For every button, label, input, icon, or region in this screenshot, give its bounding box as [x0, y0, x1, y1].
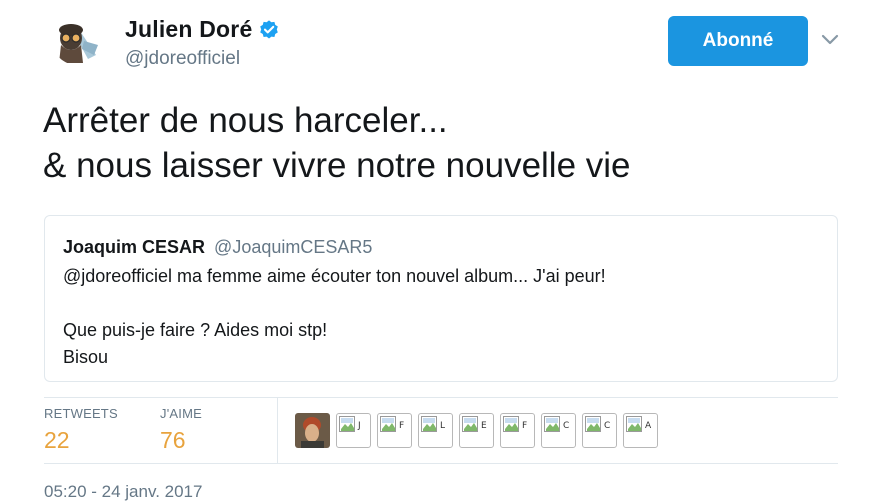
- quoted-tweet-line: @jdoreofficiel ma femme aime écouter ton…: [63, 266, 606, 286]
- broken-image-alt: F: [399, 421, 405, 431]
- quoted-tweet-line: Bisou: [63, 347, 109, 367]
- tweet-text-line: & nous laisser vivre notre nouvelle vie: [43, 146, 631, 185]
- liker-avatar-broken[interactable]: F: [377, 413, 412, 448]
- retweets-label: RETWEETS: [44, 406, 118, 421]
- broken-image-icon: [380, 416, 396, 432]
- stats-top-divider: [44, 397, 838, 398]
- quoted-tweet-header: Joaquim CESAR @JoaquimCESAR5: [63, 237, 372, 258]
- retweets-count: 22: [44, 427, 70, 453]
- likes-label: J'AIME: [160, 406, 202, 421]
- likes-count: 76: [160, 427, 186, 453]
- liker-avatar[interactable]: [295, 413, 330, 448]
- quoted-tweet-text: @jdoreofficiel ma femme aime écouter ton…: [63, 263, 606, 371]
- broken-image-icon: [544, 416, 560, 432]
- liker-avatar-broken[interactable]: C: [541, 413, 576, 448]
- broken-image-icon: [462, 416, 478, 432]
- broken-image-icon: [585, 416, 601, 432]
- author-display-name[interactable]: Julien Doré: [125, 16, 252, 43]
- broken-image-icon: [421, 416, 437, 432]
- quoted-author-name: Joaquim CESAR: [63, 237, 206, 257]
- liker-avatars: J F L E F C C A: [295, 413, 658, 448]
- liker-avatar-broken[interactable]: E: [459, 413, 494, 448]
- chevron-down-icon[interactable]: [818, 28, 842, 52]
- retweets-stat[interactable]: RETWEETS 22: [44, 406, 118, 454]
- tweet-timestamp[interactable]: 05:20 - 24 janv. 2017: [44, 482, 202, 502]
- liker-avatar-broken[interactable]: C: [582, 413, 617, 448]
- author-handle[interactable]: @jdoreofficiel: [125, 48, 240, 70]
- liker-avatar-broken[interactable]: L: [418, 413, 453, 448]
- broken-image-icon: [503, 416, 519, 432]
- broken-image-alt: L: [440, 421, 446, 431]
- liker-avatar-broken[interactable]: F: [500, 413, 535, 448]
- quoted-author-handle: @JoaquimCESAR5: [214, 237, 373, 257]
- broken-image-alt: A: [645, 421, 652, 431]
- author-avatar[interactable]: [52, 15, 102, 65]
- likes-stat[interactable]: J'AIME 76: [160, 406, 202, 454]
- broken-image-alt: C: [563, 421, 570, 431]
- broken-image-alt: J: [358, 421, 361, 431]
- author-name-row: Julien Doré: [125, 16, 280, 43]
- avatar-illustration-icon: [52, 15, 102, 65]
- quoted-tweet-line: Que puis-je faire ? Aides moi stp!: [63, 320, 328, 340]
- broken-image-icon: [626, 416, 642, 432]
- broken-image-alt: E: [481, 421, 487, 431]
- stats-bottom-divider: [44, 463, 838, 464]
- tweet-text-line: Arrêter de nous harceler...: [43, 101, 448, 140]
- verified-badge-icon: [258, 19, 280, 41]
- broken-image-alt: C: [604, 421, 611, 431]
- stats-vertical-divider: [277, 397, 278, 463]
- tweet-text: Arrêter de nous harceler... & nous laiss…: [43, 98, 863, 188]
- liker-avatar-broken[interactable]: J: [336, 413, 371, 448]
- quoted-tweet-line: [63, 290, 606, 317]
- liker-avatar-broken[interactable]: A: [623, 413, 658, 448]
- following-button[interactable]: Abonné: [668, 16, 808, 66]
- broken-image-icon: [339, 416, 355, 432]
- broken-image-alt: F: [522, 421, 528, 431]
- quoted-tweet-card[interactable]: Joaquim CESAR @JoaquimCESAR5 @jdoreoffic…: [44, 215, 838, 382]
- liker-avatar-photo-icon: [295, 413, 330, 448]
- tweet-header: Julien Doré @jdoreofficiel Abonné: [0, 0, 885, 90]
